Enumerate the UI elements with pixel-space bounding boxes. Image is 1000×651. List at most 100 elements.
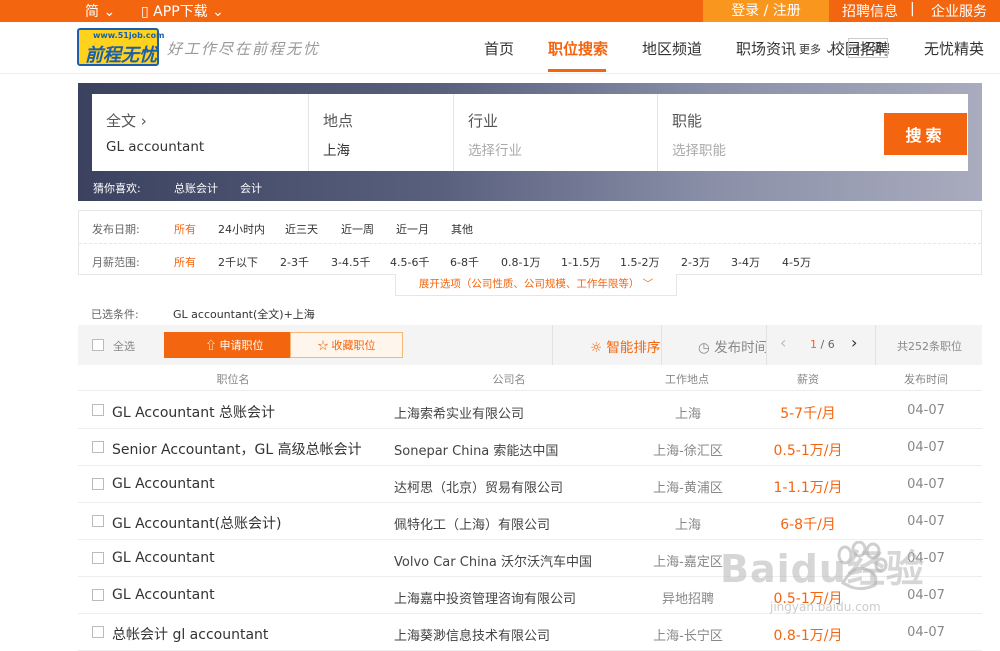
job-title-link[interactable]: GL Accountant 总账会计 bbox=[112, 402, 275, 422]
selected-conditions-value: GL accountant(全文)+上海 bbox=[173, 308, 315, 321]
function-field[interactable]: 职能 选择职能 bbox=[657, 94, 867, 171]
phone-icon: ▯ bbox=[141, 4, 149, 20]
date-option[interactable]: 近三天 bbox=[285, 221, 318, 237]
site-logo[interactable]: www.51job.com 前程无忧 bbox=[77, 28, 164, 66]
recruit-info-link[interactable]: 招聘信息 bbox=[842, 1, 898, 21]
toolbar-divider bbox=[552, 325, 553, 365]
job-date: 04-07 bbox=[907, 440, 945, 455]
salary-option[interactable]: 6-8千 bbox=[450, 254, 479, 270]
table-row[interactable]: 总帐会计 gl accountant 上海葵渺信息技术有限公司 上海-长宁区 0… bbox=[78, 614, 982, 651]
next-page-icon[interactable]: › bbox=[851, 333, 857, 352]
industry-label: 行业 bbox=[468, 112, 499, 130]
date-filter-row: 发布日期: 所有 24小时内 近三天 近一周 近一月 其他 bbox=[79, 211, 981, 242]
job-title-link[interactable]: GL Accountant(总账会计) bbox=[112, 513, 282, 533]
row-checkbox[interactable] bbox=[92, 626, 104, 638]
select-all-label[interactable]: 全选 bbox=[113, 338, 135, 354]
salary-option[interactable]: 4.5-6千 bbox=[390, 254, 429, 270]
nav-career-news[interactable]: 职场资讯 bbox=[736, 38, 796, 59]
company-link[interactable]: Sonepar China 索能达中国 bbox=[394, 440, 558, 459]
salary-option[interactable]: 2千以下 bbox=[218, 254, 258, 270]
star-icon: ☆ bbox=[317, 340, 332, 352]
salary-option[interactable]: 1.5-2万 bbox=[620, 254, 659, 270]
salary-option[interactable]: 2-3千 bbox=[280, 254, 309, 270]
clock-icon: ◷ bbox=[698, 340, 715, 356]
job-date: 04-07 bbox=[907, 625, 945, 640]
page-indicator: 1 / 6 bbox=[810, 338, 835, 351]
salary-option[interactable]: 2-3万 bbox=[681, 254, 710, 270]
toolbar-divider bbox=[661, 325, 662, 365]
salary-option[interactable]: 0.8-1万 bbox=[501, 254, 540, 270]
select-all-checkbox[interactable] bbox=[92, 339, 104, 351]
fulltext-label[interactable]: 全文 › bbox=[106, 110, 147, 131]
language-switch[interactable]: 简 ⌄ bbox=[85, 1, 115, 21]
industry-field[interactable]: 行业 选择行业 bbox=[453, 94, 657, 171]
job-title-link[interactable]: Senior Accountant，GL 高级总帐会计 bbox=[112, 439, 362, 459]
prev-page-icon[interactable]: ‹ bbox=[780, 333, 786, 352]
col-header-date: 发布时间 bbox=[904, 373, 948, 386]
sort-smart-button[interactable]: ☼ 智能排序 bbox=[590, 336, 660, 356]
table-header: 职位名 公司名 工作地点 薪资 发布时间 bbox=[78, 367, 982, 391]
nav-job-search[interactable]: 职位搜索 bbox=[548, 38, 608, 59]
upload-icon: ⇧ bbox=[205, 340, 220, 352]
row-checkbox[interactable] bbox=[92, 515, 104, 527]
salary-option[interactable]: 所有 bbox=[174, 254, 196, 270]
salary-option[interactable]: 3-4万 bbox=[731, 254, 760, 270]
favorite-job-button[interactable]: ☆ 收藏职位 bbox=[290, 332, 403, 358]
table-row[interactable]: GL Accountant 总账会计 上海索希实业有限公司 上海 5-7千/月 … bbox=[78, 392, 982, 429]
guess-item[interactable]: 总账会计 bbox=[174, 180, 218, 196]
row-checkbox[interactable] bbox=[92, 478, 104, 490]
job-date: 04-07 bbox=[907, 403, 945, 418]
row-checkbox[interactable] bbox=[92, 589, 104, 601]
salary-filter-label: 月薪范围: bbox=[92, 256, 140, 269]
salary-option[interactable]: 3-4.5千 bbox=[331, 254, 370, 270]
company-link[interactable]: 上海索希实业有限公司 bbox=[394, 403, 524, 422]
row-checkbox[interactable] bbox=[92, 552, 104, 564]
more-options-dropdown[interactable]: 更多 ⌄ bbox=[799, 41, 834, 57]
expand-options-toggle[interactable]: 展开选项（公司性质、公司规模、工作年限等） ﹀ bbox=[395, 274, 677, 296]
search-button[interactable]: 搜索 bbox=[884, 113, 967, 155]
company-link[interactable]: 上海葵渺信息技术有限公司 bbox=[394, 625, 550, 644]
row-checkbox[interactable] bbox=[92, 404, 104, 416]
table-row[interactable]: GL Accountant(总账会计) 佩特化工（上海）有限公司 上海 6-8千… bbox=[78, 503, 982, 540]
table-row[interactable]: Senior Accountant，GL 高级总帐会计 Sonepar Chin… bbox=[78, 429, 982, 466]
industry-select[interactable]: 选择行业 bbox=[468, 139, 522, 159]
nav-home[interactable]: 首页 bbox=[484, 38, 514, 59]
job-title-link[interactable]: GL Accountant bbox=[112, 587, 215, 603]
function-select[interactable]: 选择职能 bbox=[672, 139, 726, 159]
multi-select-button[interactable]: +多选 bbox=[848, 38, 888, 58]
job-title-link[interactable]: 总帐会计 gl accountant bbox=[112, 624, 268, 644]
job-date: 04-07 bbox=[907, 477, 945, 492]
results-toolbar: 全选 ⇧ 申请职位 ☆ 收藏职位 ☼ 智能排序 ◷ 发布时间 ‹ 1 / 6 ›… bbox=[78, 325, 982, 365]
enterprise-service-link[interactable]: 企业服务 bbox=[931, 1, 987, 21]
salary-filter-row: 月薪范围: 所有 2千以下 2-3千 3-4.5千 4.5-6千 6-8千 0.… bbox=[79, 243, 981, 274]
fulltext-field[interactable]: 全文 › GL accountant bbox=[92, 94, 308, 171]
salary-option[interactable]: 1-1.5万 bbox=[561, 254, 600, 270]
toolbar-divider bbox=[875, 325, 876, 365]
location-field[interactable]: 地点 上海 bbox=[308, 94, 453, 171]
job-title-link[interactable]: GL Accountant bbox=[112, 550, 215, 566]
row-checkbox[interactable] bbox=[92, 441, 104, 453]
nav-region[interactable]: 地区频道 bbox=[642, 38, 702, 59]
location-input[interactable]: 上海 bbox=[323, 139, 350, 159]
nav-elite[interactable]: 无忧精英 bbox=[924, 38, 984, 59]
app-download-link[interactable]: ▯ APP下载 ⌄ bbox=[141, 1, 224, 21]
total-count: 共252条职位 bbox=[897, 340, 962, 353]
company-link[interactable]: 上海嘉中投资管理咨询有限公司 bbox=[394, 588, 576, 607]
fulltext-input[interactable]: GL accountant bbox=[106, 139, 204, 155]
date-option[interactable]: 近一周 bbox=[341, 221, 374, 237]
company-link[interactable]: Volvo Car China 沃尔沃汽车中国 bbox=[394, 551, 592, 570]
table-row[interactable]: GL Accountant 达柯思（北京）贸易有限公司 上海-黄浦区 1-1.1… bbox=[78, 466, 982, 503]
sort-time-button[interactable]: ◷ 发布时间 bbox=[698, 336, 768, 356]
date-option[interactable]: 24小时内 bbox=[218, 221, 265, 237]
job-title-link[interactable]: GL Accountant bbox=[112, 476, 215, 492]
company-link[interactable]: 佩特化工（上海）有限公司 bbox=[394, 514, 550, 533]
guess-item[interactable]: 会计 bbox=[240, 180, 262, 196]
job-salary: 0.8-1万/月 bbox=[773, 628, 843, 644]
date-option[interactable]: 所有 bbox=[174, 221, 196, 237]
login-register-link[interactable]: 登录 / 注册 bbox=[703, 0, 829, 22]
company-link[interactable]: 达柯思（北京）贸易有限公司 bbox=[394, 477, 563, 496]
apply-job-button[interactable]: ⇧ 申请职位 bbox=[164, 332, 305, 358]
date-option[interactable]: 其他 bbox=[451, 221, 473, 237]
date-option[interactable]: 近一月 bbox=[396, 221, 429, 237]
salary-option[interactable]: 4-5万 bbox=[782, 254, 811, 270]
